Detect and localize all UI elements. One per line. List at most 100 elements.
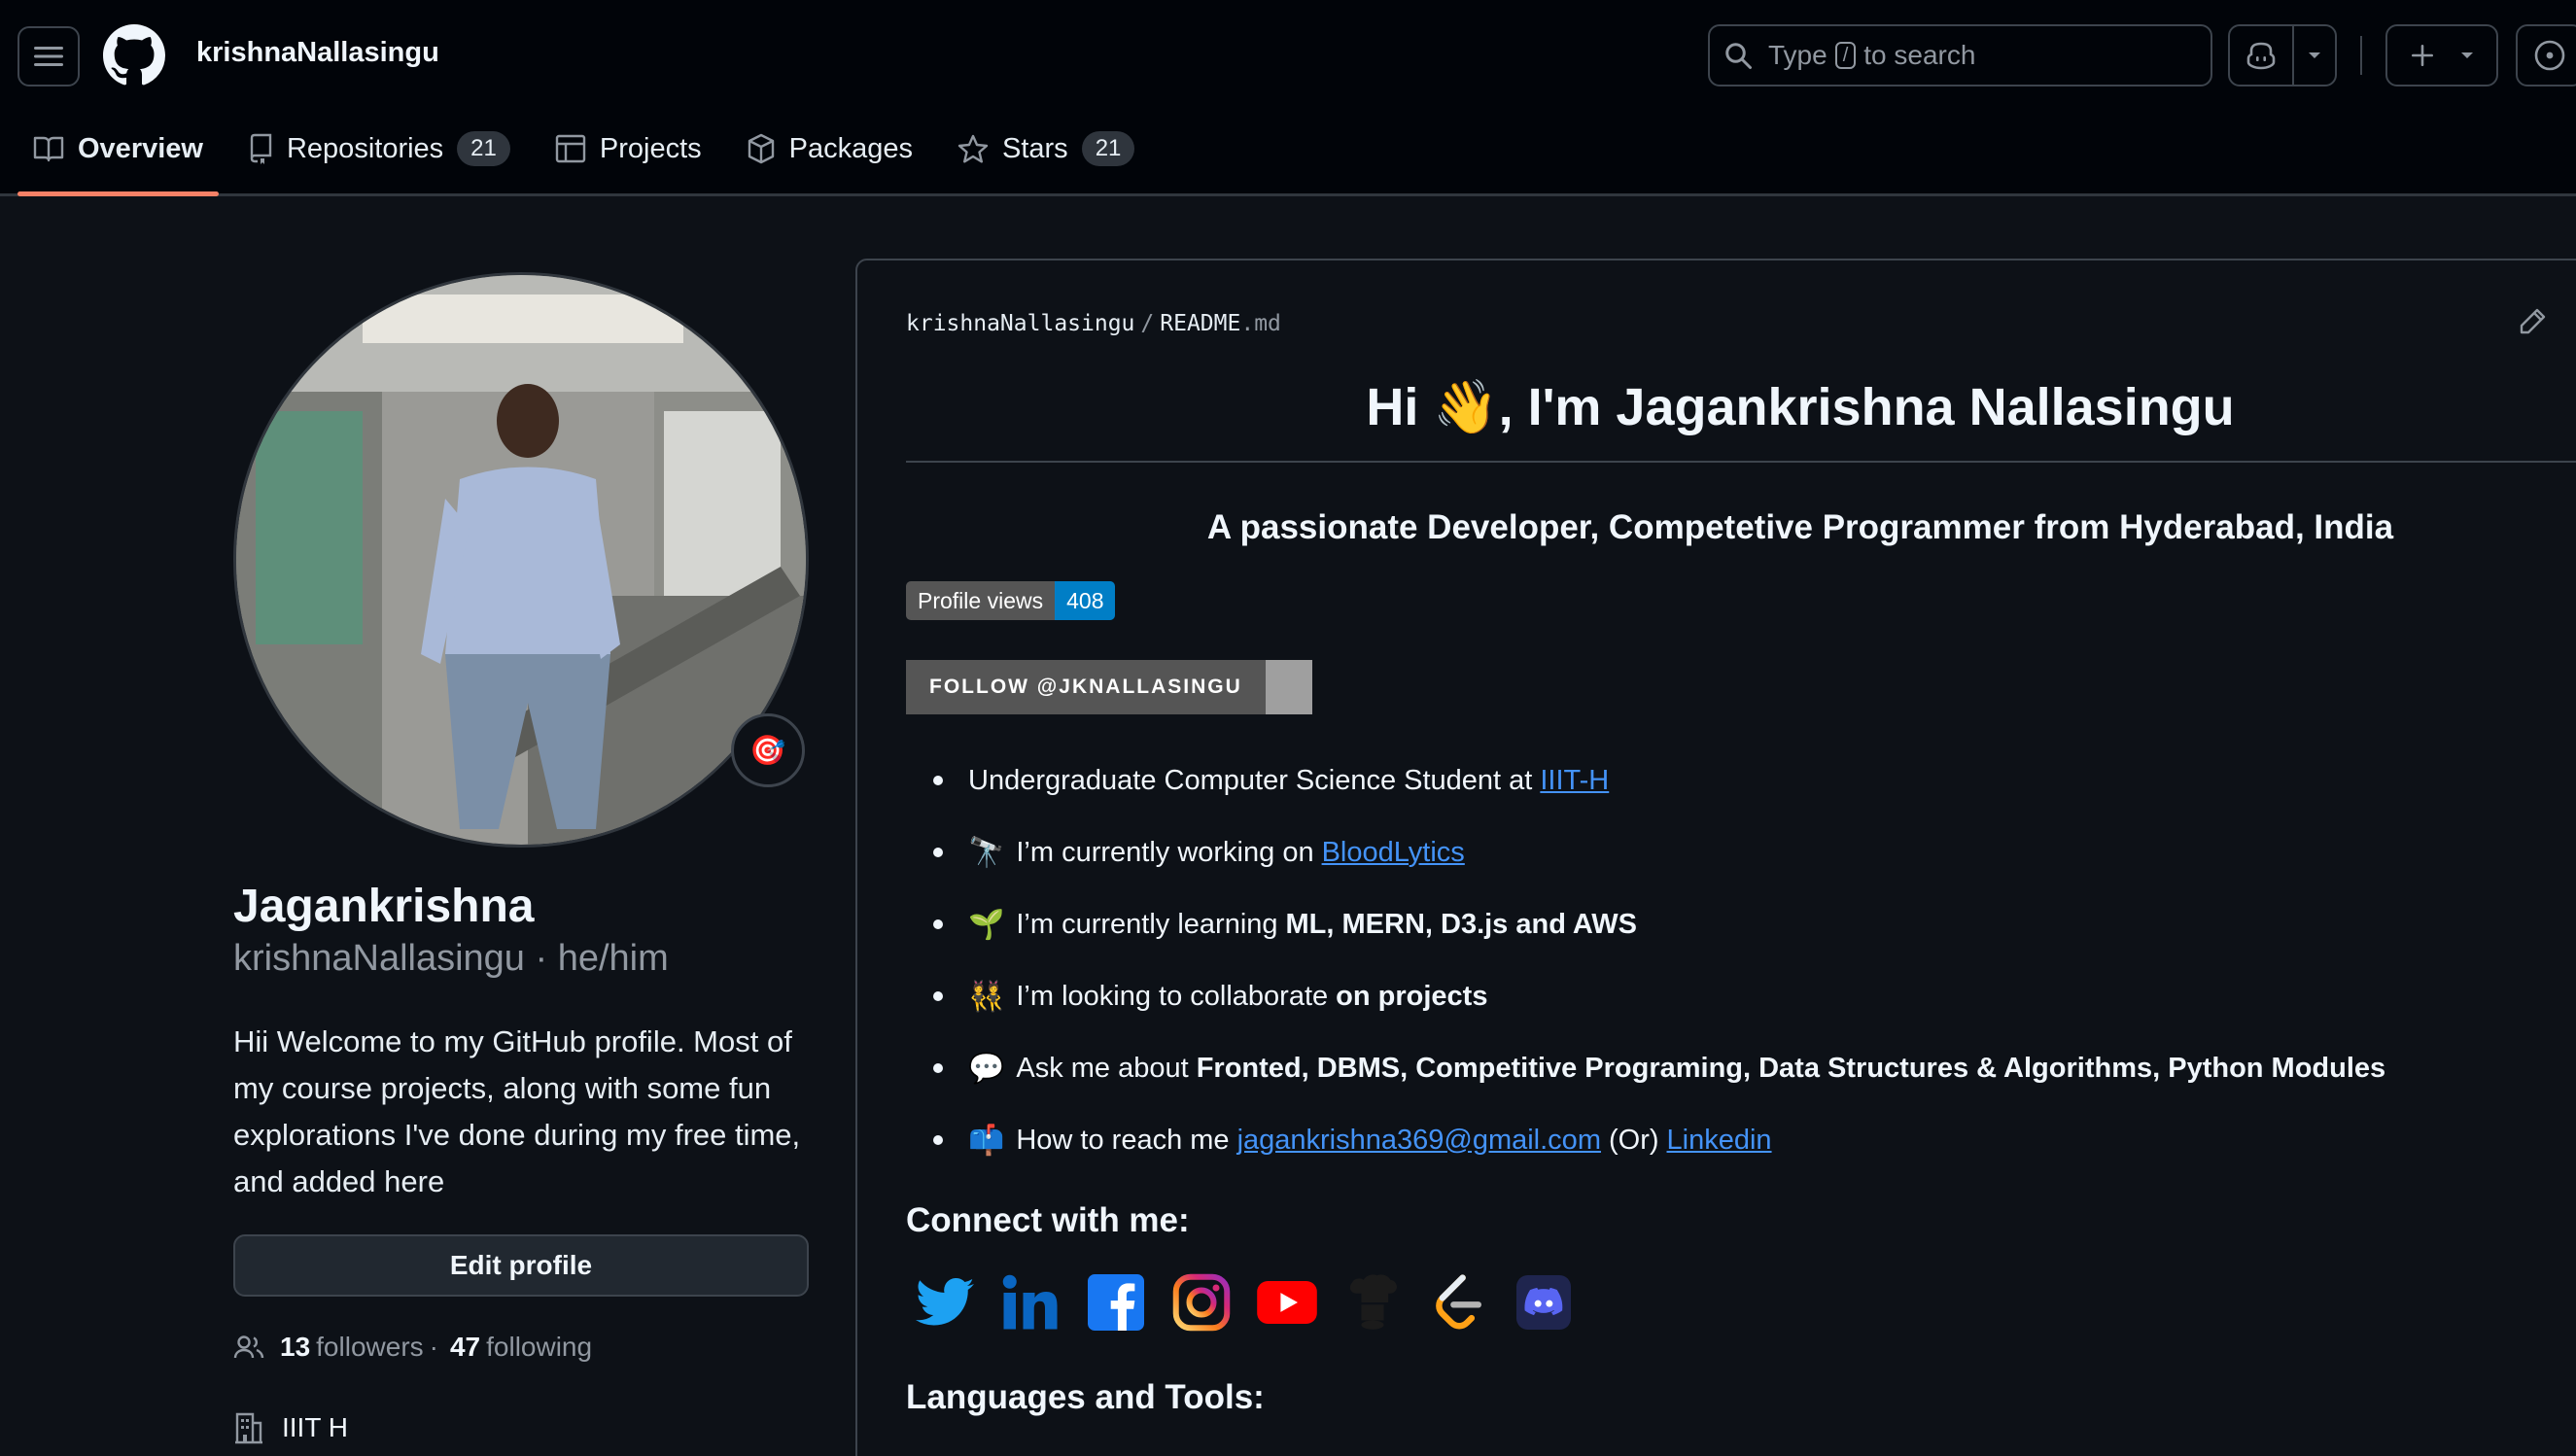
status-badge[interactable]: 🎯 (731, 713, 805, 787)
readme-owner-link[interactable]: krishnaNallasingu (906, 311, 1134, 336)
copilot-main[interactable] (2230, 26, 2294, 85)
readme-extension: .md (1240, 311, 1281, 336)
repositories-count: 21 (457, 131, 510, 166)
profile-name: Jagankrishna (233, 881, 535, 932)
bloodlytics-link[interactable]: BloodLytics (1322, 837, 1465, 869)
iiith-link[interactable]: IIIT-H (1540, 765, 1609, 797)
stars-count: 21 (1081, 131, 1135, 166)
following-link[interactable]: 47 following (444, 1332, 592, 1363)
instagram-icon[interactable] (1170, 1271, 1233, 1334)
search-icon (1723, 41, 1753, 70)
followers-label: followers (316, 1332, 424, 1362)
issues-button[interactable] (2516, 24, 2576, 87)
copilot-icon (2245, 41, 2277, 70)
follow-badge-label: FOLLOW @JKNALLASINGU (906, 660, 1266, 714)
follow-badge-count (1265, 660, 1312, 714)
package-icon (747, 133, 776, 164)
tab-packages-label: Packages (788, 132, 913, 164)
search-input[interactable]: Type / to search (1708, 24, 2212, 87)
tab-stars[interactable]: Stars 21 (942, 121, 1150, 177)
tab-overview[interactable]: Overview (17, 121, 219, 196)
tab-repositories[interactable]: Repositories 21 (232, 121, 526, 177)
linkedin-icon[interactable] (999, 1271, 1062, 1334)
breadcrumb-separator: / (1140, 311, 1155, 336)
about-list: Undergraduate Computer Science Student a… (906, 745, 2576, 1176)
hamburger-icon (34, 45, 63, 68)
email-link[interactable]: jagankrishna369@gmail.com (1237, 1125, 1601, 1157)
tab-projects-label: Projects (599, 132, 702, 164)
tab-repositories-label: Repositories (286, 132, 444, 164)
bullet-text: I’m looking to collaborate (1016, 980, 1329, 1012)
bullet-text: I’m currently learning (1016, 908, 1278, 940)
heading-rule (906, 461, 2576, 463)
github-logo-icon[interactable] (103, 24, 165, 87)
mailbox-emoji: 📫 (968, 1124, 1005, 1157)
profile-organization: IIIT H (233, 1411, 348, 1444)
linkedin-link[interactable]: Linkedin (1667, 1125, 1772, 1157)
twitter-follow-badge[interactable]: FOLLOW @JKNALLASINGU (906, 660, 1312, 714)
profile-views-badge: Profile views 408 (906, 581, 1116, 620)
twitter-icon[interactable] (914, 1271, 976, 1334)
organization-name: IIIT H (282, 1412, 348, 1442)
readme-subheading: A passionate Developer, Competetive Prog… (1206, 508, 2394, 546)
copilot-button[interactable] (2228, 24, 2337, 87)
languages-tools-heading: Languages and Tools: (906, 1378, 1265, 1416)
followers-link[interactable]: 13 followers (274, 1332, 424, 1363)
connect-heading: Connect with me: (906, 1201, 1190, 1239)
book-icon (33, 135, 64, 162)
edit-profile-button[interactable]: Edit profile (233, 1234, 809, 1297)
telescope-emoji: 🔭 (968, 836, 1005, 869)
follow-separator: · (429, 1332, 438, 1362)
list-item: 📫 How to reach me jagankrishna369@gmail.… (906, 1104, 2576, 1176)
profile-login: krishnaNallasingu (233, 938, 525, 979)
readme-breadcrumb: krishnaNallasingu / README.md (906, 311, 1281, 336)
chevron-down-icon (2307, 51, 2322, 60)
discord-icon[interactable] (1513, 1271, 1575, 1334)
login-separator: · (535, 938, 548, 979)
profile-bio: Hii Welcome to my GitHub profile. Most o… (233, 1024, 801, 1198)
follow-stats: 13 followers · 47 following (233, 1332, 592, 1363)
codechef-icon[interactable] (1341, 1271, 1404, 1334)
following-count: 47 (449, 1332, 481, 1362)
context-username[interactable]: krishnaNallasingu (196, 37, 439, 69)
tab-stars-label: Stars (1002, 132, 1068, 164)
menu-button[interactable] (17, 26, 80, 87)
dancers-emoji: 👯 (968, 980, 1005, 1013)
list-item: 👯 I’m looking to collaborate on projects (906, 960, 2576, 1032)
chevron-down-icon (2459, 51, 2475, 60)
status-emoji: 🎯 (749, 734, 786, 767)
search-suffix-text: to search (1863, 40, 1976, 70)
profile-views-count: 408 (1055, 581, 1116, 620)
create-new-button[interactable] (2385, 24, 2498, 87)
youtube-icon[interactable] (1256, 1271, 1318, 1334)
tab-projects[interactable]: Projects (540, 121, 717, 177)
bullet-text: Ask me about (1016, 1052, 1189, 1084)
search-placeholder: Type / to search (1768, 40, 1975, 71)
followers-count: 13 (280, 1332, 311, 1362)
tab-packages[interactable]: Packages (731, 121, 928, 177)
following-label: following (486, 1332, 593, 1362)
avatar[interactable] (233, 272, 809, 848)
readme-filename[interactable]: README (1160, 311, 1240, 336)
list-item: 💬 Ask me about Fronted, DBMS, Competitiv… (906, 1032, 2576, 1104)
pencil-icon[interactable] (2518, 307, 2547, 336)
header-divider (2360, 36, 2362, 75)
tab-overview-label: Overview (78, 132, 203, 164)
copilot-dropdown[interactable] (2294, 51, 2335, 60)
bullet-bold: on projects (1336, 980, 1488, 1012)
leetcode-icon[interactable] (1427, 1271, 1489, 1334)
issues-icon (2533, 39, 2566, 72)
profile-login-line: krishnaNallasingu · he/him (233, 938, 669, 980)
table-icon (555, 134, 586, 163)
bullet-text: Undergraduate Computer Science Student a… (968, 764, 1533, 796)
profile-views-label: Profile views (906, 581, 1056, 620)
plus-icon (2410, 43, 2435, 68)
social-links (914, 1271, 1575, 1334)
bullet-bold: ML, MERN, D3.js and AWS (1285, 908, 1637, 940)
list-item: 🔭 I’m currently working on BloodLytics (906, 816, 2576, 888)
building-icon (233, 1411, 264, 1444)
seedling-emoji: 🌱 (968, 908, 1005, 941)
facebook-icon[interactable] (1085, 1271, 1147, 1334)
bullet-bold: Fronted, DBMS, Competitive Programing, D… (1196, 1052, 2386, 1084)
global-header: krishnaNallasingu Type / to search Overv… (0, 0, 2576, 196)
